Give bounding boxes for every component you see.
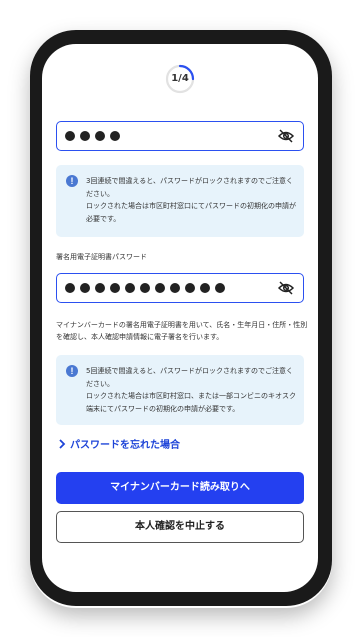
notice-line: ロックされた場合は市区町村窓口にてパスワードの初期化の申請が必要です。 (86, 202, 296, 223)
password-dot (110, 283, 120, 293)
eye-slash-icon[interactable] (277, 280, 295, 296)
step-progress-label: 1/4 (171, 73, 189, 84)
password-dot (215, 283, 225, 293)
signature-description: マイナンバーカードの署名用電子証明書を用いて、氏名・生年月日・住所・性別を確認し… (56, 321, 308, 341)
lock-warning-notice: ! 5回連続で間違えると、パスワードがロックされますのでご注意ください。 ロック… (56, 355, 304, 425)
notice-text: 5回連続で間違えると、パスワードがロックされますのでご注意ください。 ロックされ… (86, 365, 296, 415)
notice-line: 3回連続で間違えると、パスワードがロックされますのでご注意ください。 (86, 177, 293, 198)
password-field[interactable] (56, 121, 304, 151)
password-mask (65, 131, 120, 141)
password-dot (110, 131, 120, 141)
password-dot (65, 131, 75, 141)
password-dot (200, 283, 210, 293)
password-dot (125, 283, 135, 293)
eye-slash-icon[interactable] (277, 128, 295, 144)
phone-screen: 1/4 ! 3回連続で間違えると、パスワードがロックされますのでご注意ください。… (42, 44, 318, 592)
lock-warning-notice: ! 3回連続で間違えると、パスワードがロックされますのでご注意ください。 ロック… (56, 165, 304, 237)
notice-line: 5回連続で間違えると、パスワードがロックされますのでご注意ください。 (86, 367, 293, 388)
cancel-verification-button[interactable]: 本人確認を中止する (56, 511, 304, 543)
password-dot (65, 283, 75, 293)
signature-password-label: 署名用電子証明書パスワード (56, 253, 147, 261)
password-dot (95, 283, 105, 293)
password-dot (140, 283, 150, 293)
notice-line: ロックされた場合は市区町村窓口、または一部コンビニのキオスク端末にてパスワードの… (86, 392, 296, 413)
password-dot (170, 283, 180, 293)
info-icon: ! (66, 365, 78, 377)
info-icon: ! (66, 175, 78, 187)
forgot-password-link[interactable]: パスワードを忘れた場合 (56, 436, 180, 451)
password-dot (155, 283, 165, 293)
password-dot (80, 131, 90, 141)
password-dot (185, 283, 195, 293)
chevron-right-icon (59, 438, 66, 449)
password-mask (65, 283, 225, 293)
notice-text: 3回連続で間違えると、パスワードがロックされますのでご注意ください。 ロックされ… (86, 175, 296, 225)
forgot-password-label: パスワードを忘れた場合 (70, 440, 180, 451)
password-dot (95, 131, 105, 141)
read-card-button[interactable]: マイナンバーカード読み取りへ (56, 472, 304, 504)
step-progress-indicator: 1/4 (165, 64, 195, 94)
signature-password-field[interactable] (56, 273, 304, 303)
password-dot (80, 283, 90, 293)
